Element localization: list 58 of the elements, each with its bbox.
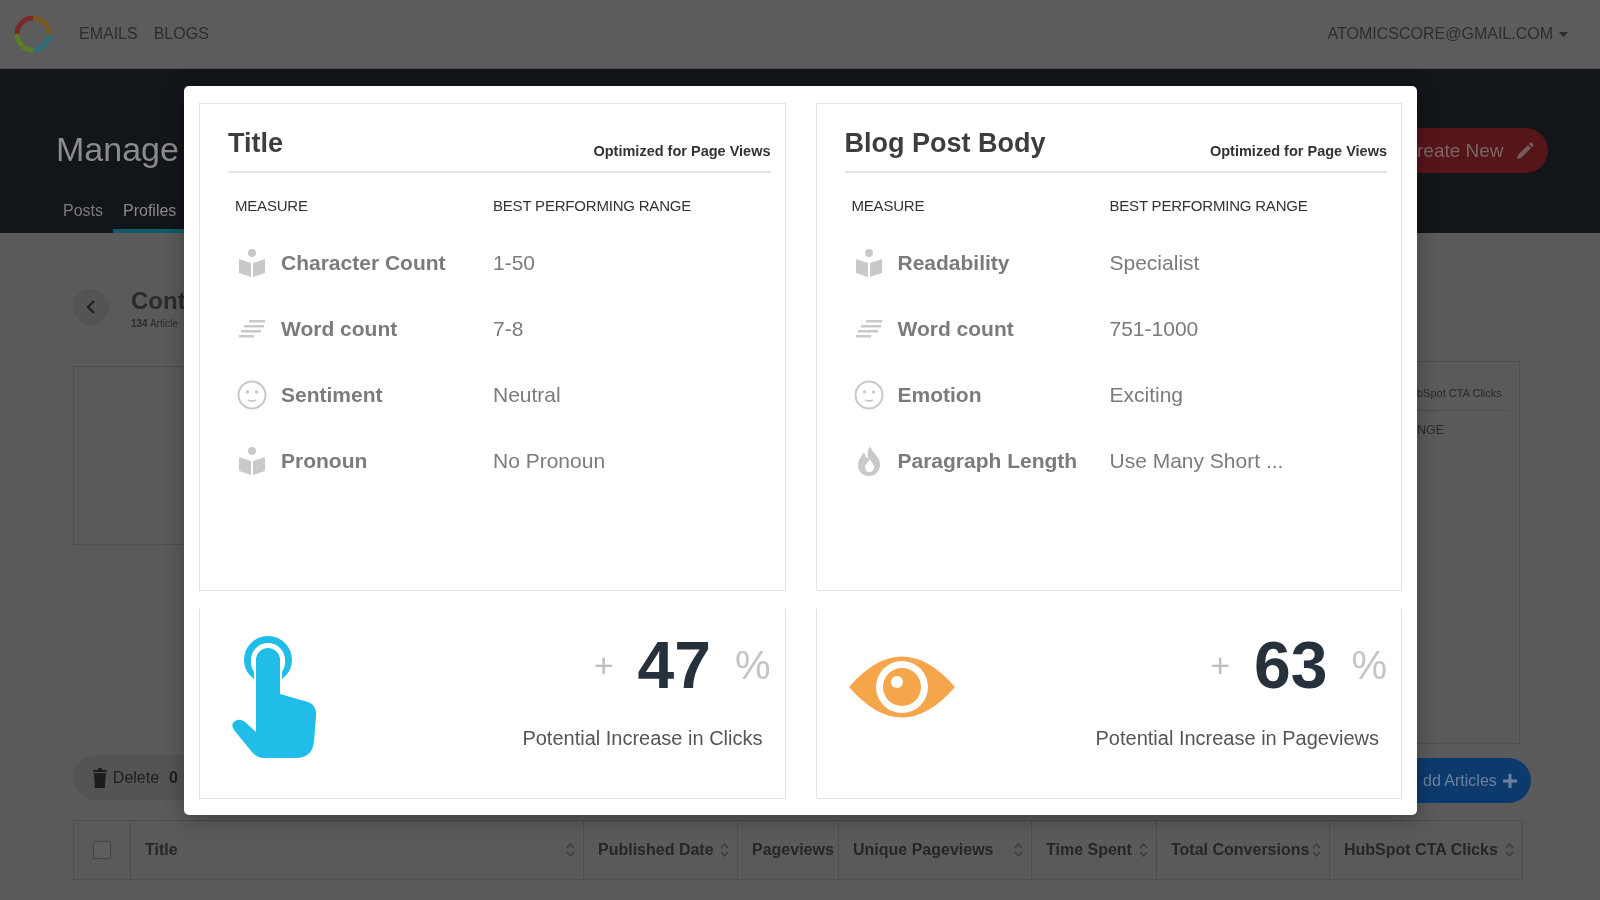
percent-sign: % — [1351, 642, 1387, 688]
logo-icon[interactable] — [13, 14, 53, 54]
range-value: No Pronoun — [492, 449, 607, 473]
text-lines-icon — [238, 320, 266, 338]
plus-sign: + — [593, 645, 614, 685]
create-new-button[interactable]: reate New — [1417, 128, 1548, 173]
measure-label: Paragraph Length — [897, 449, 1078, 473]
range-value: 7-8 — [492, 317, 525, 341]
measure-label: Pronoun — [281, 449, 368, 473]
increase-value: 63 — [1254, 627, 1328, 703]
measure-label: Readability — [897, 251, 1010, 275]
column-header: MEASURE — [235, 197, 309, 214]
range-value: Exciting — [1108, 383, 1185, 407]
range-value: 1-50 — [492, 251, 537, 275]
range-value: 751-1000 — [1108, 317, 1200, 341]
range-value: Specialist — [1108, 251, 1201, 275]
reader-icon — [238, 248, 266, 278]
column-header: BEST PERFORMING RANGE — [493, 197, 693, 214]
percent-sign: % — [734, 642, 771, 688]
smiley-icon — [853, 380, 884, 410]
smiley-icon — [237, 380, 267, 410]
stat-caption: Potential Increase in Clicks — [522, 727, 763, 750]
card-title: Title — [228, 128, 283, 159]
flame-icon — [855, 445, 882, 477]
optimization-label: Optimized for Page Views — [593, 143, 771, 159]
text-lines-icon — [854, 320, 883, 338]
reader-icon — [238, 446, 266, 476]
plus-icon — [1502, 773, 1517, 788]
plus-sign: + — [1210, 645, 1230, 685]
trash-icon — [93, 767, 107, 788]
stat-caption: Potential Increase in Pageviews — [1095, 727, 1379, 750]
column-header: BEST PERFORMING RANGE — [1109, 197, 1309, 214]
pencil-icon — [1515, 141, 1534, 160]
optimization-label: Optimized for Page Views — [1210, 143, 1387, 159]
sort-icon[interactable] — [1312, 842, 1321, 858]
measure-label: Word count — [281, 317, 398, 341]
back-button[interactable] — [73, 289, 109, 325]
range-value: Use Many Short ... — [1108, 449, 1285, 473]
tab[interactable]: Posts — [53, 202, 113, 233]
range-value: Neutral — [492, 383, 562, 407]
sort-icon[interactable] — [720, 842, 729, 858]
sort-icon[interactable] — [566, 842, 575, 858]
sort-icon[interactable] — [1505, 842, 1514, 858]
checkbox[interactable] — [93, 841, 111, 859]
increase-value: 47 — [637, 627, 711, 703]
sort-icon[interactable] — [1014, 842, 1023, 858]
column-header: MEASURE — [851, 197, 926, 214]
card-title: Blog Post Body — [844, 128, 1046, 159]
measure-label: Word count — [897, 317, 1014, 341]
measure-label: Sentiment — [281, 383, 383, 407]
reader-icon — [854, 248, 883, 278]
sort-icon[interactable] — [1139, 842, 1148, 858]
add-articles-button[interactable]: dd Articles — [1417, 758, 1531, 803]
caret-icon[interactable] — [1559, 31, 1568, 37]
measure-label: Character Count — [281, 251, 446, 275]
measure-label: Emotion — [897, 383, 982, 407]
page-title: Manage — [56, 129, 180, 170]
chevron-left-icon — [86, 300, 96, 314]
